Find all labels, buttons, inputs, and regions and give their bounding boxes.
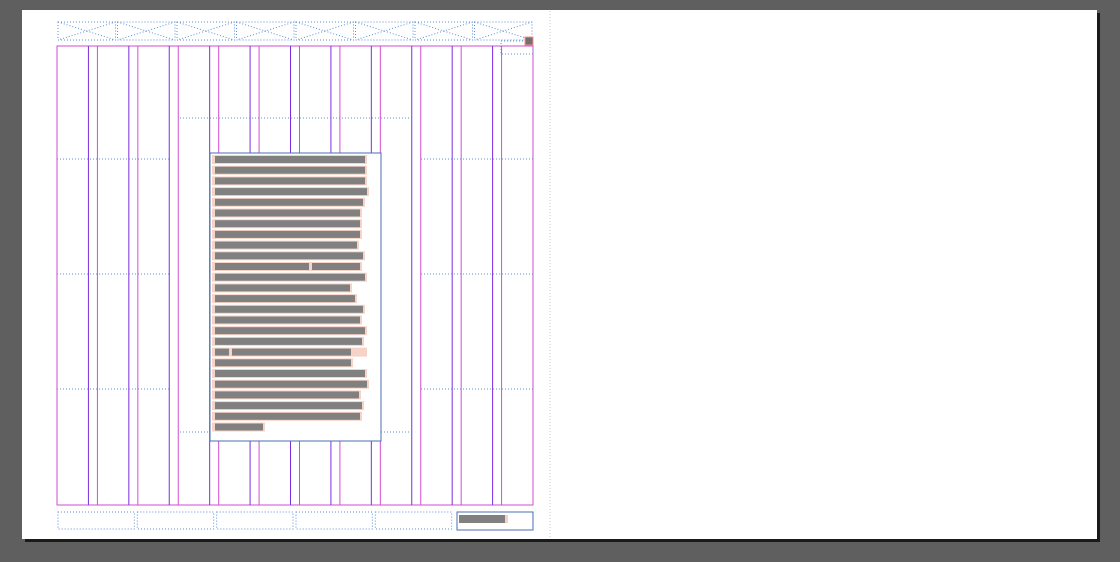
text-line bbox=[215, 412, 360, 420]
text-line bbox=[215, 284, 271, 292]
text-line bbox=[232, 348, 351, 356]
text-line bbox=[215, 263, 309, 270]
text-line bbox=[215, 423, 263, 431]
text-line bbox=[215, 209, 360, 217]
text-line bbox=[215, 177, 365, 185]
text-line bbox=[215, 359, 351, 367]
text-line bbox=[215, 370, 365, 377]
page-number-text bbox=[459, 515, 505, 523]
footer-placeholder-cell[interactable] bbox=[57, 511, 135, 530]
text-line bbox=[215, 327, 365, 335]
text-line bbox=[215, 380, 367, 388]
text-line bbox=[215, 198, 363, 206]
text-line bbox=[312, 263, 360, 270]
text-line bbox=[215, 220, 360, 228]
text-line bbox=[215, 156, 365, 163]
text-line bbox=[215, 166, 365, 174]
text-line bbox=[215, 241, 357, 249]
text-line bbox=[215, 348, 229, 356]
text-layer[interactable] bbox=[212, 155, 508, 523]
text-line bbox=[215, 391, 359, 399]
text-line bbox=[215, 295, 355, 303]
footer-placeholder-cell[interactable] bbox=[216, 511, 294, 530]
footer-placeholder-cell[interactable] bbox=[136, 511, 215, 530]
text-line bbox=[215, 188, 367, 196]
footer-placeholder-cell[interactable] bbox=[295, 511, 373, 530]
text-line bbox=[215, 337, 362, 345]
text-line bbox=[215, 252, 363, 260]
text-line bbox=[271, 284, 350, 292]
text-line bbox=[215, 273, 365, 281]
overset-marker-icon[interactable] bbox=[524, 36, 534, 46]
text-line bbox=[215, 230, 360, 238]
footer-placeholder-cell[interactable] bbox=[374, 511, 453, 530]
text-line bbox=[215, 402, 362, 410]
text-line bbox=[215, 305, 363, 313]
spread-canvas[interactable] bbox=[0, 0, 1120, 562]
text-line bbox=[215, 316, 360, 324]
